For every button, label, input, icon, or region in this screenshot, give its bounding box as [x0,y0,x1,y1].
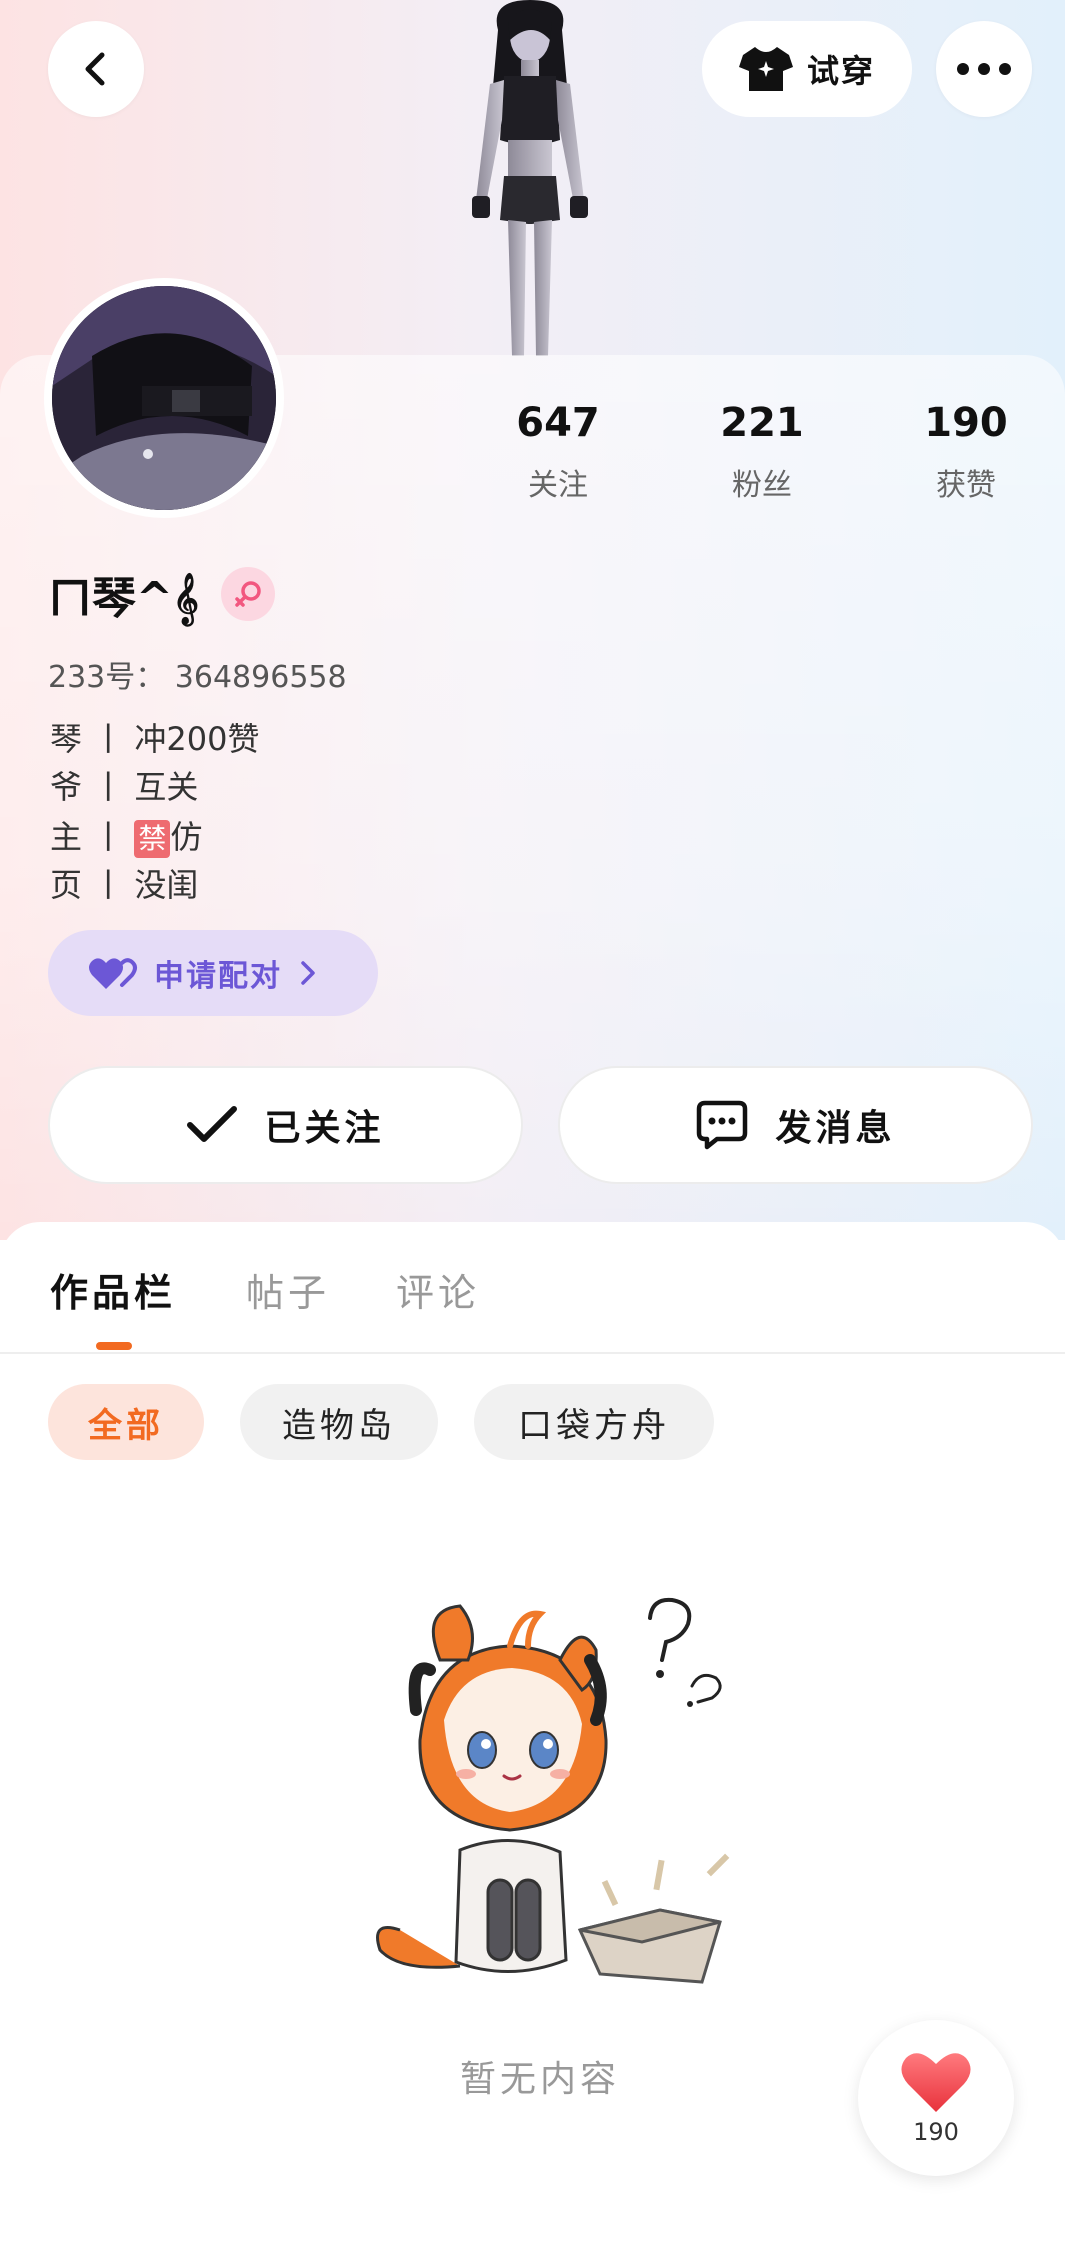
try-on-label: 试穿 [806,52,875,90]
avatar-image [52,286,276,510]
bio-key: 页 [50,866,83,904]
tab-comments[interactable]: 评论 [396,1262,480,1317]
send-message-label: 发消息 [775,1108,896,1149]
like-button[interactable]: 190 [858,2020,1014,2176]
username: ㄇ琴^𝄞 [48,573,199,624]
bio-separator: 丨 [92,818,125,856]
character-model [472,0,588,356]
like-count: 190 [913,2118,959,2146]
user-id: 233号： 364896558 [48,660,347,695]
bio-key: 主 [50,818,83,856]
filter-chip-pocket-ark[interactable]: 口袋方舟 [474,1384,714,1460]
bio-line: 爷 丨 互关 [50,762,198,808]
more-horizontal-icon [957,63,1011,75]
chat-icon [697,1100,748,1150]
gender-badge [220,567,275,621]
stat-following[interactable]: 647 关注 [478,400,638,504]
send-message-button[interactable]: 发消息 [558,1066,1033,1184]
bio-line: 主 丨 禁仿 [50,812,202,858]
chevron-left-icon [85,52,105,86]
request-pair-button[interactable]: 申请配对 [48,930,378,1016]
bio-separator: 丨 [92,720,125,758]
chevron-right-icon [301,961,315,985]
bio-separator: 丨 [92,768,125,806]
check-icon [187,1106,238,1142]
bio-text: 冲200赞 [134,720,260,758]
stat-value: 221 [720,400,804,446]
empty-state-illustration [376,1597,730,1984]
female-icon [235,581,261,607]
tab-active-indicator [96,1342,132,1350]
username-row: ㄇ琴^𝄞 [48,562,275,626]
filter-chip-creation-island[interactable]: 造物岛 [240,1384,438,1460]
avatar[interactable] [44,278,284,518]
filter-chip-all[interactable]: 全部 [48,1384,204,1460]
bio-line: 琴 丨 冲200赞 [50,714,259,760]
stat-likes[interactable]: 190 获赞 [886,400,1046,504]
stat-value: 190 [924,400,1008,446]
tab-works[interactable]: 作品栏 [50,1262,176,1317]
try-on-button[interactable]: 试穿 [702,21,912,117]
tab-posts[interactable]: 帖子 [246,1262,330,1317]
bio-text: 仿 [170,818,203,856]
heart-icon [901,2053,971,2112]
tab-divider [0,1352,1065,1354]
follow-label: 已关注 [264,1108,385,1149]
ban-emoji: 禁 [134,820,171,858]
bio-text: 互关 [134,768,199,806]
bio-key: 爷 [50,768,83,806]
stat-label: 关注 [528,468,588,503]
stat-label: 粉丝 [732,468,792,503]
stat-label: 获赞 [936,468,996,503]
bio-separator: 丨 [92,866,125,904]
more-options-button[interactable] [936,21,1032,117]
request-pair-label: 申请配对 [154,959,282,994]
hearts-icon [89,958,137,989]
follow-button[interactable]: 已关注 [48,1066,523,1184]
bio-line: 页 丨 没闺 [50,860,198,906]
tshirt-icon [738,47,793,91]
back-button[interactable] [48,21,144,117]
bio-text: 没闺 [134,866,199,904]
stat-followers[interactable]: 221 粉丝 [682,400,842,504]
stat-value: 647 [516,400,600,446]
bio-key: 琴 [50,720,83,758]
